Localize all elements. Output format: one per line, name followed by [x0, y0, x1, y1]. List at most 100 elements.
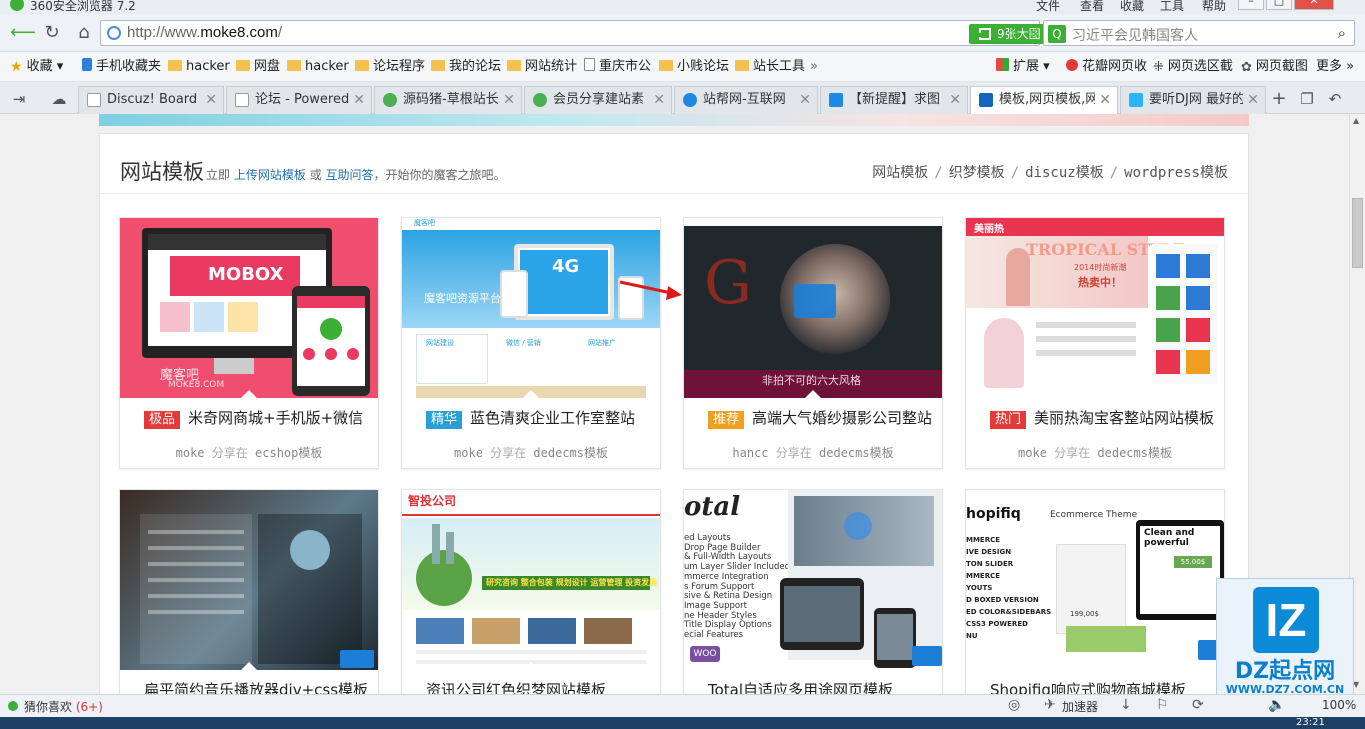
tab-new-reminder[interactable]: 【新提醒】求图 ✕ — [820, 86, 968, 114]
cloud-tabs-icon[interactable]: ☁ — [48, 88, 70, 110]
more-button[interactable]: 更多 » — [1316, 58, 1354, 76]
refresh-icon[interactable]: ⟳ — [1192, 697, 1204, 713]
card-thumbnail[interactable]: MOBOX 魔客吧 MOKE8.COM — [120, 218, 378, 398]
page-screenshot-button[interactable]: ✿ 网页截图 — [1241, 58, 1308, 76]
close-window-button[interactable]: ✕ — [1294, 0, 1334, 10]
card-author[interactable]: moke — [176, 446, 205, 460]
search-engine-icon[interactable]: Q — [1048, 25, 1066, 43]
card-category[interactable]: dedecms模板 — [1097, 446, 1172, 460]
bookmark-netdisk[interactable]: 网盘 — [236, 58, 280, 76]
cat-dede-templates[interactable]: 织梦模板 — [949, 165, 1005, 181]
tab-close-icon[interactable]: ✕ — [353, 87, 365, 113]
sidebar-toggle-icon[interactable]: ⇥ — [8, 88, 30, 110]
card-title[interactable]: 扁平简约音乐播放器div+css模板 — [144, 679, 368, 694]
scrollbar-thumb[interactable] — [1352, 198, 1363, 268]
maximize-button[interactable]: □ — [1266, 0, 1292, 10]
card-thumbnail[interactable] — [120, 490, 378, 670]
tab-close-icon[interactable]: ✕ — [653, 87, 665, 113]
flag-icon[interactable]: ⚐ — [1156, 697, 1169, 713]
cat-wordpress-templates[interactable]: wordpress模板 — [1124, 165, 1228, 181]
back-button[interactable]: ⟵ — [10, 22, 36, 46]
bookmark-site-stats[interactable]: 网站统计 — [507, 58, 577, 76]
template-card[interactable]: 扁平简约音乐播放器div+css模板 — [119, 489, 379, 694]
card-author[interactable]: moke — [454, 446, 483, 460]
home-button[interactable]: ⌂ — [72, 22, 96, 46]
cat-website-templates[interactable]: 网站模板 — [872, 165, 928, 181]
bookmark-webmaster-tools[interactable]: 站长工具 — [735, 58, 805, 76]
tab-discuz-board[interactable]: Discuz! Board ✕ — [78, 86, 224, 114]
accelerator-icon[interactable]: ✈ — [1044, 697, 1056, 713]
template-card[interactable]: MOBOX 魔客吧 MOKE8.COM 极品 米奇网商城+手机版+微信 moke … — [119, 217, 379, 469]
extensions-button[interactable]: 扩展 ▾ — [996, 58, 1050, 76]
template-card[interactable]: 美丽热 TROPICAL STYLE 2014时尚新潮 热卖中！ 热门 美丽热淘宝… — [965, 217, 1225, 469]
bookmark-hacker-2[interactable]: hacker — [287, 58, 349, 76]
template-card[interactable]: otal ed Layouts Drop Page Builder & Full-W… — [683, 489, 943, 694]
menu-file[interactable]: 文件 — [1036, 0, 1060, 14]
card-title[interactable]: 热门 美丽热淘宝客整站网站模板 — [990, 407, 1214, 429]
lightning-icon[interactable]: ⚡ — [1025, 25, 1043, 43]
speed-dial-icon[interactable]: ◎ — [1008, 697, 1020, 713]
bookmark-favorites[interactable]: ★ 收藏 ▾ — [10, 58, 63, 76]
search-box[interactable]: Q 习近平会见韩国客人 ⌕ — [1043, 20, 1355, 46]
share-icon[interactable]: ⇪ — [1005, 25, 1023, 43]
petal-collect-button[interactable]: 花瓣网页收 — [1066, 58, 1147, 76]
tab-forum-powered[interactable]: 论坛 - Powered ✕ — [226, 86, 372, 114]
select-capture-button[interactable]: ⁜ 网页选区截 — [1153, 58, 1233, 76]
card-title[interactable]: 极品 米奇网商城+手机版+微信 — [144, 407, 363, 429]
menu-tools[interactable]: 工具 — [1160, 0, 1184, 14]
bookmarks-overflow-icon[interactable]: » — [810, 58, 818, 76]
tab-zhanbang[interactable]: 站帮网-互联网 ✕ — [674, 86, 818, 114]
menu-favorites[interactable]: 收藏 — [1120, 0, 1144, 14]
template-card[interactable]: G 非拍不可的六大风格 推荐 高端大气婚纱摄影公司整站 hancc 分享在 ded… — [683, 217, 943, 469]
bookmark-mobile-favorites[interactable]: 手机收藏夹 — [82, 58, 161, 76]
card-category[interactable]: dedecms模板 — [819, 446, 894, 460]
minimize-button[interactable]: – — [1238, 0, 1264, 10]
new-tab-button[interactable]: + — [1268, 88, 1290, 110]
bookmark-hacker-1[interactable]: hacker — [168, 58, 230, 76]
bookmark-my-forum[interactable]: 我的论坛 — [431, 58, 501, 76]
menu-view[interactable]: 查看 — [1080, 0, 1104, 14]
volume-icon[interactable]: 🔈 — [1268, 697, 1285, 713]
menu-help[interactable]: 帮助 — [1202, 0, 1226, 14]
upload-template-link[interactable]: 上传网站模板 — [234, 168, 306, 182]
card-author[interactable]: moke — [1018, 446, 1047, 460]
tab-close-icon[interactable]: ✕ — [949, 87, 961, 113]
card-title[interactable]: 推荐 高端大气婚纱摄影公司整站 — [708, 407, 932, 429]
search-icon[interactable]: ⌕ — [1338, 24, 1346, 42]
tab-close-icon[interactable]: ✕ — [205, 87, 217, 113]
tab-moke8-templates[interactable]: 模板,网页模板,网 ✕ — [970, 86, 1118, 115]
card-title[interactable]: Shopifiq响应式购物商城模板 — [990, 679, 1186, 694]
card-title[interactable]: Total自适应多用途网页模板 — [708, 679, 893, 694]
accelerator-label[interactable]: 加速器 — [1062, 698, 1098, 715]
card-thumbnail[interactable]: hopifiq Ecommerce Theme MMERCE IVE DESIGN… — [966, 490, 1224, 670]
refresh-button[interactable]: ↻ — [40, 22, 64, 46]
address-bar[interactable]: http://www.moke8.com/ 9张大图 ☁ ⇪ ⚡ ⌄ — [100, 20, 1065, 46]
qa-link[interactable]: 互助问答 — [326, 168, 374, 182]
tab-yuanmazhu[interactable]: 源码猪-草根站长 ✕ — [374, 86, 522, 114]
tab-list-icon[interactable]: ❐ — [1296, 88, 1318, 110]
download-icon[interactable]: ↓ — [1120, 697, 1132, 713]
url-text[interactable]: http://www.moke8.com/ — [127, 24, 282, 41]
template-card[interactable]: 魔客吧 魔客吧资源平台 4G 网站建设 微信 / 营销 网站推广 精华 蓝色清爽企… — [401, 217, 661, 469]
template-card[interactable]: 智投公司 研究咨询 整合包装 规划设计 运营管理 投资发展 资讯公司红色织梦网站… — [401, 489, 661, 694]
tab-close-icon[interactable]: ✕ — [1099, 87, 1111, 113]
card-thumbnail[interactable]: otal ed Layouts Drop Page Builder & Full-W… — [684, 490, 942, 670]
search-input[interactable]: 习近平会见韩国客人 — [1072, 25, 1198, 45]
cat-discuz-templates[interactable]: discuz模板 — [1025, 165, 1104, 181]
card-title[interactable]: 精华 蓝色清爽企业工作室整站 — [426, 407, 635, 429]
guess-you-like[interactable]: 猜你喜欢 (6+) — [24, 698, 103, 715]
tab-dj[interactable]: 要听DJ网 最好的 ✕ — [1120, 86, 1266, 114]
card-thumbnail[interactable]: G 非拍不可的六大风格 — [684, 218, 942, 398]
tab-member-share[interactable]: 会员分享建站素 ✕ — [524, 86, 672, 114]
card-thumbnail[interactable]: 美丽热 TROPICAL STYLE 2014时尚新潮 热卖中！ — [966, 218, 1224, 398]
tab-close-icon[interactable]: ✕ — [799, 87, 811, 113]
bookmark-xiaojian-forum[interactable]: 小贱论坛 — [659, 58, 729, 76]
scroll-up-arrow-icon[interactable]: ▲ — [1353, 116, 1359, 125]
card-thumbnail[interactable]: 智投公司 研究咨询 整合包装 规划设计 运营管理 投资发展 — [402, 490, 660, 670]
template-card[interactable]: hopifiq Ecommerce Theme MMERCE IVE DESIGN… — [965, 489, 1225, 694]
tab-close-icon[interactable]: ✕ — [1247, 87, 1259, 113]
card-category[interactable]: dedecms模板 — [533, 446, 608, 460]
bookmark-forum-program[interactable]: 论坛程序 — [355, 58, 425, 76]
restore-tab-icon[interactable]: ↶ — [1324, 88, 1346, 110]
tab-close-icon[interactable]: ✕ — [503, 87, 515, 113]
